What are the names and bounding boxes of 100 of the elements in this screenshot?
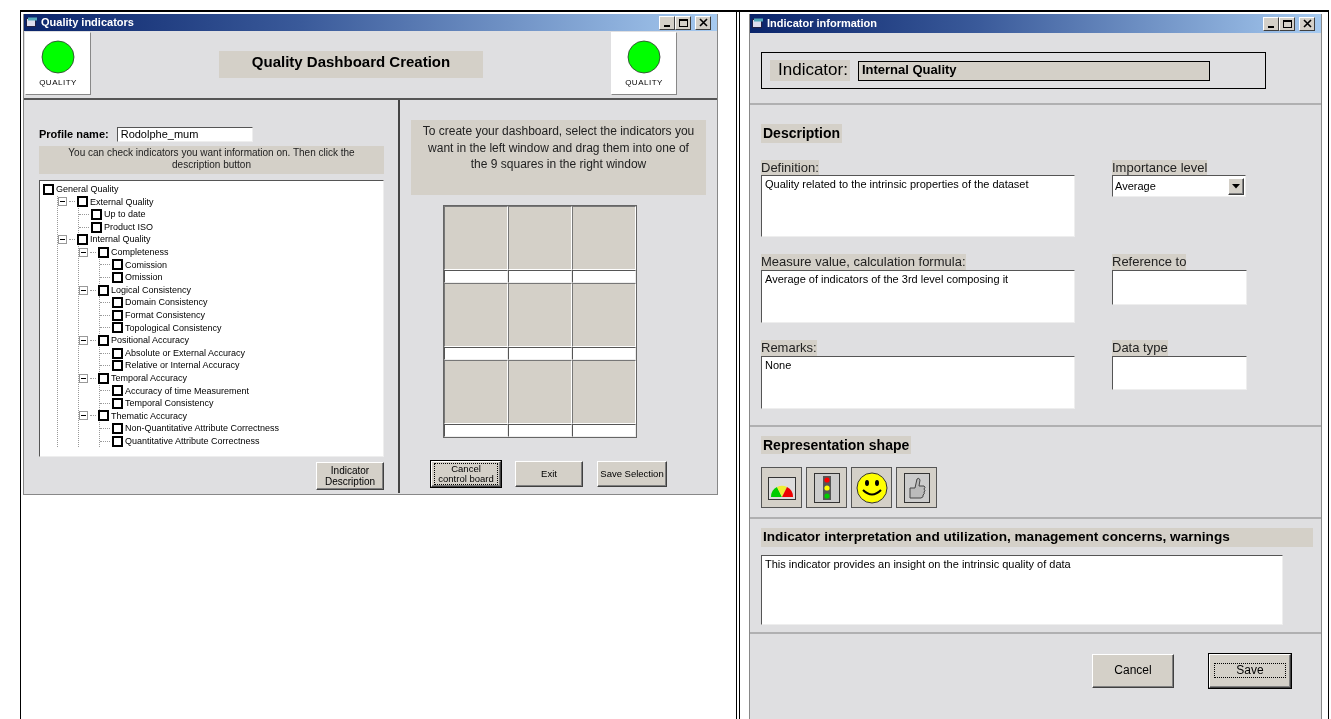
square-label-field[interactable]: [572, 270, 636, 283]
minimize-icon: [1268, 25, 1274, 28]
tree-item-label[interactable]: Topological Consistency: [125, 321, 222, 335]
collapse-icon[interactable]: [79, 335, 88, 345]
tree-item-label[interactable]: General Quality: [56, 183, 119, 196]
checkbox[interactable]: [98, 246, 109, 258]
dashboard-square[interactable]: [508, 360, 572, 424]
collapse-icon[interactable]: [79, 285, 88, 295]
checkbox[interactable]: [112, 423, 123, 435]
shape-option[interactable]: [851, 467, 892, 509]
square-label-field[interactable]: [444, 270, 508, 283]
checkbox[interactable]: [98, 334, 109, 346]
square-label-field[interactable]: [508, 424, 572, 437]
tree-item-label[interactable]: Accuracy of time Measurement: [125, 384, 250, 398]
section-heading: Representation shape: [761, 435, 912, 455]
interpretation-field[interactable]: This indicator provides an insight on the intrinsic quality of data: [761, 554, 1283, 625]
square-label-field[interactable]: [444, 347, 508, 360]
checkbox[interactable]: [112, 259, 123, 271]
window-title: Indicator information: [767, 16, 878, 31]
shape-option[interactable]: [806, 467, 847, 509]
tree-item-label[interactable]: Product ISO: [104, 220, 154, 234]
remarks-field[interactable]: None: [761, 355, 1075, 409]
collapse-icon[interactable]: [79, 247, 88, 257]
smiley-icon: [855, 470, 888, 505]
checkbox[interactable]: [43, 183, 54, 195]
collapse-icon[interactable]: [79, 411, 88, 421]
checkbox[interactable]: [112, 322, 123, 334]
tree-item-label[interactable]: Thematic Accuracy: [111, 409, 188, 423]
tree-item-label[interactable]: Non-Quantitative Attribute Correctness: [125, 422, 280, 435]
minimize-button[interactable]: [1263, 16, 1279, 31]
dialog-button[interactable]: Save: [1209, 653, 1291, 688]
checkbox[interactable]: [77, 196, 88, 208]
reference-field[interactable]: [1112, 270, 1247, 305]
dashboard-square[interactable]: [444, 283, 508, 347]
checkbox[interactable]: [112, 435, 123, 447]
collapse-icon[interactable]: [58, 197, 67, 207]
data-type-field[interactable]: [1112, 355, 1247, 390]
checkbox[interactable]: [112, 385, 123, 397]
checkbox[interactable]: [98, 372, 109, 384]
indicator-description-button[interactable]: Indicator Description: [316, 462, 384, 490]
tree-hint: You can check indicators you want information on. Then click the description button: [39, 146, 384, 174]
dashboard-square[interactable]: [572, 283, 636, 347]
tree-item-label[interactable]: Domain Consistency: [125, 296, 208, 309]
minimize-button[interactable]: [659, 15, 675, 30]
tree-item-label[interactable]: Absolute or External Accuracy: [125, 346, 246, 360]
tree-item-label[interactable]: Format Consistency: [125, 308, 206, 322]
checkbox[interactable]: [112, 397, 123, 409]
square-label-field[interactable]: [572, 347, 636, 360]
importance-dropdown[interactable]: Average: [1112, 175, 1246, 198]
dashboard-square[interactable]: [572, 360, 636, 424]
tree-item-label[interactable]: Relative or Internal Accuracy: [125, 359, 240, 372]
dashboard-square[interactable]: [444, 360, 508, 424]
dashboard-square[interactable]: [508, 206, 572, 270]
indicator-name-field: Internal Quality: [857, 60, 1210, 81]
dashboard-button[interactable]: Exit: [515, 461, 583, 487]
checkbox[interactable]: [112, 360, 123, 372]
tree-item-label[interactable]: Temporal Consistency: [125, 397, 214, 410]
tree-item-label[interactable]: Completeness: [111, 245, 169, 259]
collapse-icon[interactable]: [58, 235, 67, 245]
tree-item-label[interactable]: Comission: [125, 258, 167, 272]
checkbox[interactable]: [77, 234, 88, 246]
checkbox[interactable]: [91, 209, 102, 220]
square-label-field[interactable]: [508, 270, 572, 283]
checkbox[interactable]: [112, 297, 123, 309]
dashboard-square[interactable]: [444, 206, 508, 270]
maximize-button[interactable]: [675, 15, 691, 30]
square-label-field[interactable]: [508, 347, 572, 360]
checkbox[interactable]: [112, 347, 123, 359]
square-label-field[interactable]: [444, 424, 508, 437]
checkbox[interactable]: [91, 221, 102, 233]
checkbox[interactable]: [98, 410, 109, 422]
shape-option[interactable]: [896, 467, 937, 509]
maximize-button[interactable]: [1279, 16, 1295, 31]
tree-item-label[interactable]: External Quality: [90, 195, 154, 209]
profile-name-field[interactable]: Rodolphe_mum: [116, 127, 253, 142]
tree-item-label[interactable]: Logical Consistency: [111, 283, 192, 297]
window-icon: [26, 17, 38, 28]
dashboard-square[interactable]: [508, 283, 572, 347]
checkbox[interactable]: [112, 309, 123, 321]
window-title: Quality indicators: [41, 15, 135, 30]
dashboard-button[interactable]: Cancel control board: [431, 461, 501, 487]
tree-item-label[interactable]: Up to date: [104, 208, 146, 221]
collapse-icon[interactable]: [79, 373, 88, 383]
tree-item-label[interactable]: Positional Accuracy: [111, 334, 190, 347]
tree-item-label[interactable]: Omission: [125, 271, 163, 284]
checkbox[interactable]: [98, 284, 109, 296]
close-button[interactable]: [1299, 16, 1315, 31]
dashboard-square[interactable]: [572, 206, 636, 270]
dialog-button[interactable]: Cancel: [1092, 653, 1174, 688]
square-label-field[interactable]: [572, 424, 636, 437]
checkbox[interactable]: [112, 271, 123, 283]
measure-field[interactable]: Average of indicators of the 3rd level composing it: [761, 270, 1075, 323]
shape-option[interactable]: [761, 467, 802, 509]
circle-logo-icon: [627, 40, 661, 74]
close-button[interactable]: [695, 15, 711, 30]
tree-item-label[interactable]: Temporal Accuracy: [111, 371, 188, 385]
tree-item-label[interactable]: Quantitative Attribute Correctness: [125, 434, 260, 448]
dashboard-button[interactable]: Save Selection: [597, 461, 667, 487]
tree-item-label[interactable]: Internal Quality: [90, 233, 151, 246]
definition-field[interactable]: Quality related to the intrinsic properties of the dataset: [761, 175, 1075, 238]
